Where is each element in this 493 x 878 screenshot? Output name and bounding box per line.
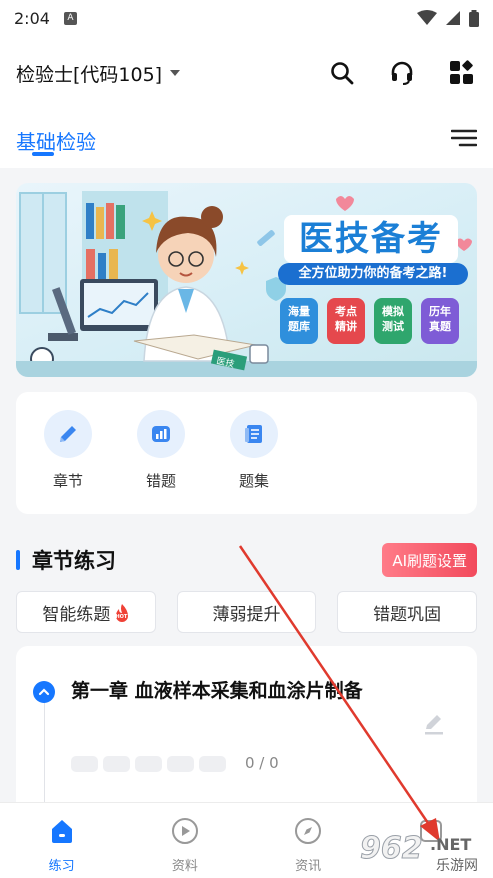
status-time: 2:04 xyxy=(14,8,50,28)
progress-dot xyxy=(71,756,98,772)
progress-dot xyxy=(167,756,194,772)
subject-selector[interactable]: 检验士[代码105] xyxy=(16,60,162,87)
pencil-icon xyxy=(44,410,92,458)
promo-banner[interactable]: 医技 医技备考 全方位助力你的备考之路! 海量 题库 考点 精讲 模拟 测试 历年 真题 xyxy=(16,183,477,377)
chip-weak-improve[interactable]: 薄弱提升 xyxy=(176,591,317,633)
progress-dot xyxy=(103,756,130,772)
wifi-icon xyxy=(417,10,437,25)
progress-count: 0 / 0 xyxy=(245,754,279,772)
status-indicators xyxy=(417,9,479,27)
collapse-chevron-icon[interactable] xyxy=(33,681,55,703)
headset-icon[interactable] xyxy=(387,58,417,88)
home-icon xyxy=(51,820,72,843)
document-icon xyxy=(230,410,278,458)
feature-line: 海量 xyxy=(288,305,310,318)
nav-materials[interactable]: 资料 xyxy=(123,803,246,878)
chapter-title: 第一章 血液样本采集和血涂片制备 xyxy=(71,680,363,702)
banner-title: 医技备考 xyxy=(284,215,458,263)
section-header: 章节练习 AI刷题设置 xyxy=(16,542,477,578)
banner-feature-list: 海量题库 考点精讲 模拟测试 历年真题 xyxy=(280,298,470,348)
status-bar: 2:04 A xyxy=(0,0,493,36)
watermark-tagline: 乐游网 xyxy=(436,858,478,874)
chapter-card[interactable]: 第一章 血液样本采集和血涂片制备 0 / 0 xyxy=(16,646,477,816)
practice-mode-chips: 智能练题 HOT 薄弱提升 错题巩固 xyxy=(16,591,478,633)
progress-dots xyxy=(71,756,226,772)
progress-dot xyxy=(135,756,162,772)
apps-icon[interactable] xyxy=(447,58,477,88)
banner-subtitle: 全方位助力你的备考之路! xyxy=(278,263,468,285)
nav-news[interactable]: 资讯 xyxy=(247,803,370,878)
section-accent-bar xyxy=(16,550,20,570)
compass-icon xyxy=(295,818,322,844)
chip-label: 智能练题 xyxy=(42,604,111,625)
feature-line: 考点 xyxy=(335,305,357,318)
signal-icon xyxy=(446,11,460,25)
quick-action-label: 题集 xyxy=(238,472,269,490)
quick-action-label: 章节 xyxy=(52,472,83,490)
battery-icon xyxy=(469,9,479,27)
banner-feature: 考点 精讲 xyxy=(327,298,365,344)
tab-basic-inspection[interactable]: 基础检验 xyxy=(16,126,96,155)
hot-flame-icon: HOT xyxy=(113,603,129,622)
feature-line: 模拟 xyxy=(382,305,404,318)
feature-line: 题库 xyxy=(288,320,310,333)
banner-feature: 模拟 测试 xyxy=(374,298,412,344)
watermark-brand: 962 xyxy=(360,831,423,866)
watermark-suffix: .NET xyxy=(430,835,471,854)
edit-icon[interactable] xyxy=(422,712,446,740)
nav-label: 资讯 xyxy=(295,859,322,874)
nav-label: 练习 xyxy=(48,859,75,874)
chevron-down-icon[interactable] xyxy=(170,70,181,76)
notification-icon: A xyxy=(63,11,77,25)
feature-line: 精讲 xyxy=(335,320,357,333)
quick-action-label: 错题 xyxy=(145,472,176,490)
banner-feature: 历年 真题 xyxy=(421,298,459,344)
quick-action-question-sets[interactable]: 题集 xyxy=(228,410,280,514)
chart-icon xyxy=(137,410,185,458)
chip-wrong-review[interactable]: 错题巩固 xyxy=(337,591,478,633)
top-bar: 检验士[代码105] xyxy=(0,36,493,110)
banner-feature: 海量 题库 xyxy=(280,298,318,344)
ai-settings-button[interactable]: AI刷题设置 xyxy=(382,543,477,577)
feature-line: 测试 xyxy=(382,320,404,333)
chip-label: 薄弱提升 xyxy=(212,604,281,625)
feature-line: 真题 xyxy=(429,320,451,333)
chip-smart-practice[interactable]: 智能练题 HOT xyxy=(16,591,156,633)
feature-line: 历年 xyxy=(429,305,451,318)
nav-practice[interactable]: 练习 xyxy=(0,803,123,878)
tab-row: 基础检验 xyxy=(0,110,493,168)
quick-actions-card: 章节 错题 题集 xyxy=(16,392,477,514)
menu-icon[interactable] xyxy=(450,128,478,152)
quick-action-chapters[interactable]: 章节 xyxy=(42,410,94,514)
quick-action-wrong-questions[interactable]: 错题 xyxy=(135,410,187,514)
watermark-logo: 962 .NET 乐游网 xyxy=(358,826,490,875)
tree-line xyxy=(44,702,45,812)
chip-label: 错题巩固 xyxy=(373,604,442,625)
section-title: 章节练习 xyxy=(32,549,116,573)
search-icon[interactable] xyxy=(327,58,357,88)
hot-badge-text: HOT xyxy=(116,614,128,620)
progress-dot xyxy=(199,756,226,772)
play-icon xyxy=(171,818,198,844)
tab-indicator xyxy=(32,152,54,156)
nav-label: 资料 xyxy=(171,859,198,874)
